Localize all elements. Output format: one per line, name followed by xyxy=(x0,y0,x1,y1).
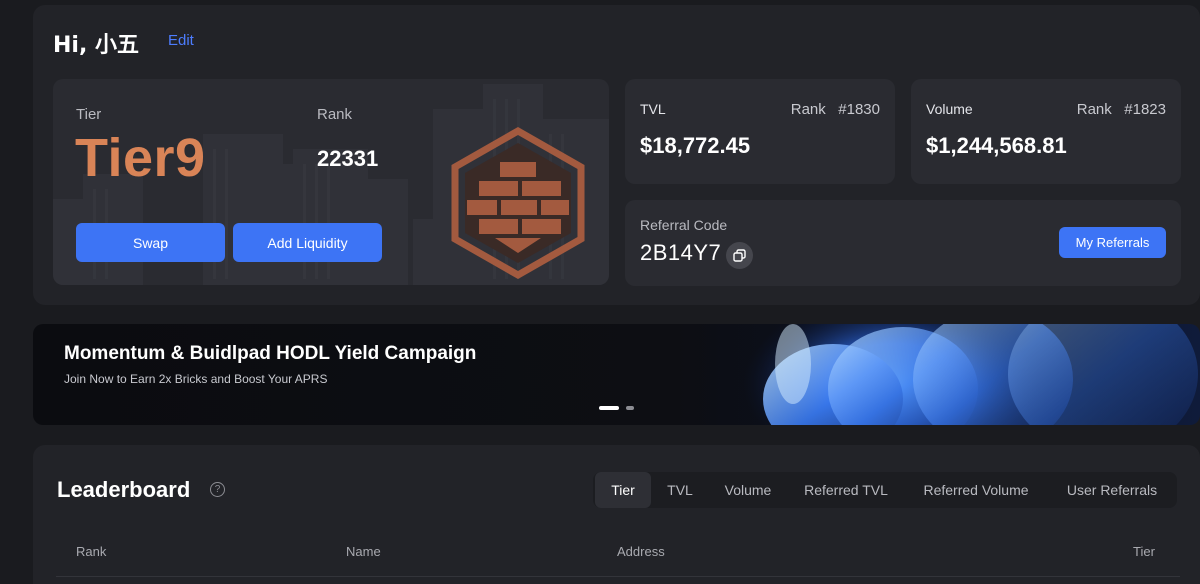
tab-tvl[interactable]: TVL xyxy=(655,472,705,508)
column-header-rank: Rank xyxy=(76,544,107,559)
tab-tier[interactable]: Tier xyxy=(595,472,651,508)
rank-value: 22331 xyxy=(317,146,379,171)
leaderboard-panel: Leaderboard ? Tier TVL Volume Referred T… xyxy=(33,445,1200,584)
column-header-address: Address xyxy=(617,544,665,559)
referral-card: Referral Code 2B14Y7 My Referrals xyxy=(625,200,1181,286)
my-referrals-button[interactable]: My Referrals xyxy=(1059,227,1166,258)
tier-card: Tier Tier9 Rank 22331 Swap Add Liquidity xyxy=(53,79,609,285)
edit-link[interactable]: Edit xyxy=(168,32,194,49)
greeting: Hi, 小五 xyxy=(53,33,139,58)
tab-user-referrals[interactable]: User Referrals xyxy=(1051,472,1173,508)
tab-volume[interactable]: Volume xyxy=(715,472,781,508)
banner-title: Momentum & Buidlpad HODL Yield Campaign xyxy=(64,343,477,364)
volume-value: $1,244,568.81 xyxy=(926,133,1067,158)
volume-rank-label: Rank xyxy=(1076,101,1112,118)
campaign-banner[interactable]: Momentum & Buidlpad HODL Yield Campaign … xyxy=(33,324,1200,425)
referral-code: 2B14Y7 xyxy=(640,240,722,265)
tvl-value: $18,772.45 xyxy=(640,133,751,158)
brick-wall-badge-icon xyxy=(451,126,585,280)
tab-referred-volume[interactable]: Referred Volume xyxy=(911,472,1041,508)
table-divider xyxy=(56,576,1180,577)
column-header-name: Name xyxy=(346,544,381,559)
add-liquidity-button[interactable]: Add Liquidity xyxy=(233,223,382,262)
volume-card: Volume Rank #1823 $1,244,568.81 xyxy=(911,79,1181,184)
carousel-dot[interactable] xyxy=(626,406,634,410)
swap-button[interactable]: Swap xyxy=(76,223,225,262)
referral-code-label: Referral Code xyxy=(640,217,728,233)
banner-subtitle: Join Now to Earn 2x Bricks and Boost You… xyxy=(64,372,328,386)
tvl-label: TVL xyxy=(640,101,666,117)
tier-label: Tier xyxy=(76,106,102,123)
column-header-tier: Tier xyxy=(1133,544,1155,559)
leaderboard-tabs: Tier TVL Volume Referred TVL Referred Vo… xyxy=(593,472,1177,508)
volume-label: Volume xyxy=(926,101,973,117)
tvl-rank-value: #1830 xyxy=(838,101,880,118)
leaderboard-title: Leaderboard xyxy=(57,477,191,502)
volume-rank: Rank #1823 xyxy=(1077,101,1166,118)
rank-label: Rank xyxy=(317,106,353,123)
copy-icon[interactable] xyxy=(726,242,753,269)
tvl-rank-label: Rank xyxy=(790,101,826,118)
tvl-card: TVL Rank #1830 $18,772.45 xyxy=(625,79,895,184)
carousel-dot-active[interactable] xyxy=(599,406,619,410)
profile-panel: Hi, 小五 Edit Tier Tier9 Rank 22331 Swap A… xyxy=(33,5,1200,305)
tvl-rank: Rank #1830 xyxy=(791,101,880,118)
tab-referred-tvl[interactable]: Referred TVL xyxy=(791,472,901,508)
volume-rank-value: #1823 xyxy=(1124,101,1166,118)
question-circle-icon[interactable]: ? xyxy=(210,482,225,497)
tier-value: Tier9 xyxy=(75,128,206,188)
